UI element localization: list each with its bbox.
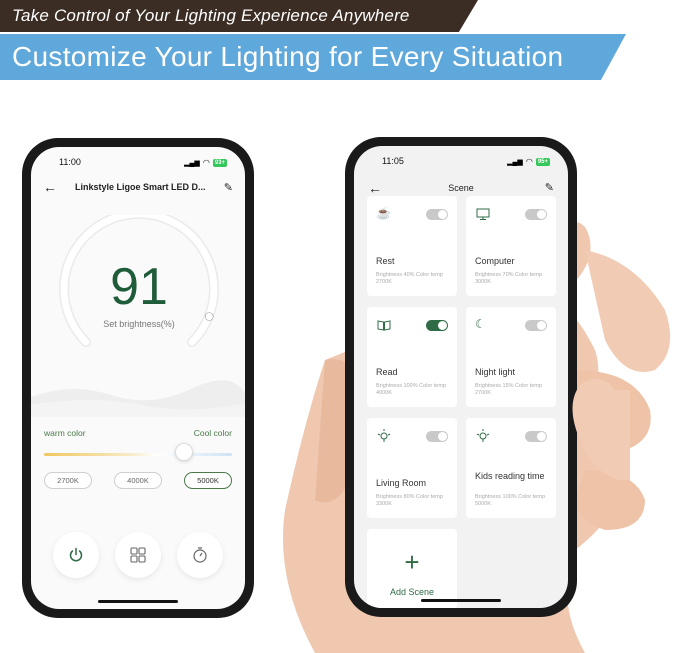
power-icon (69, 547, 83, 562)
scene-name: Kids reading time (475, 471, 545, 481)
home-indicator (421, 599, 501, 602)
top-banner: Take Control of Your Lighting Experience… (0, 0, 478, 32)
scene-meta: Brightness 80% Color temp 3300K (376, 494, 443, 507)
device-title: Linkstyle Ligoe Smart LED D... (75, 182, 206, 192)
wifi-icon: ◠ (202, 158, 210, 167)
scene-toggle-rest[interactable] (426, 209, 448, 220)
scene-card-living-room[interactable]: Living Room Brightness 80% Color temp 33… (367, 418, 457, 518)
cool-color-label: Cool color (193, 428, 232, 438)
scenes-button[interactable] (115, 532, 161, 578)
pencil-icon[interactable]: ✎ (545, 181, 554, 194)
scene-toggle-computer[interactable] (525, 209, 547, 220)
preset-5000k-button[interactable]: 5000K (184, 472, 232, 489)
main-banner: Customize Your Lighting for Every Situat… (0, 34, 626, 80)
device-nav-bar: ← Linkstyle Ligoe Smart LED D... ✎ (31, 177, 245, 197)
signal-icon: ▂▄▆ (507, 158, 523, 166)
scene-meta: Brightness 100% Color temp 4000K (376, 383, 447, 396)
scene-card-computer[interactable]: Computer Brightness 70% Color temp 3000K (466, 196, 556, 296)
scene-name: Night light (475, 367, 516, 377)
bulb-icon (476, 429, 490, 442)
scene-card-night-light[interactable]: ☾ Night light Brightness 15% Color temp … (466, 307, 556, 407)
color-temp-slider-knob[interactable] (175, 443, 193, 461)
grid-icon (130, 547, 146, 563)
scene-name: Computer (475, 256, 515, 266)
add-scene-button[interactable]: + Add Scene (367, 529, 457, 608)
signal-icon: ▂▄▆ (184, 159, 200, 167)
scene-meta: Brightness 40% Color temp 2700K (376, 272, 443, 285)
battery-icon: 95+ (535, 157, 550, 166)
scene-toggle-kids-reading[interactable] (525, 431, 547, 442)
phone-brightness: 11:00 ▂▄▆ ◠ 93+ ← Linkstyle Ligoe Smart … (22, 138, 254, 618)
brightness-label: Set brightness(%) (103, 319, 175, 329)
status-time: 11:05 (382, 156, 404, 166)
battery-icon: 93+ (212, 158, 227, 167)
warm-color-label: warm color (44, 428, 86, 438)
brightness-dial[interactable]: 91 Set brightness(%) (59, 209, 219, 355)
scene-name: Read (376, 367, 398, 377)
scene-screen: 11:05 ▂▄▆ ◠ 95+ ← Scene ✎ ☕ Rest Brightn… (354, 146, 568, 608)
status-time: 11:00 (59, 157, 81, 167)
scene-toggle-read[interactable] (426, 320, 448, 331)
plus-icon: + (404, 547, 420, 577)
wifi-icon: ◠ (525, 157, 533, 166)
preset-4000k-button[interactable]: 4000K (114, 472, 162, 489)
scene-card-kids-reading[interactable]: Kids reading time Brightness 100% Color … (466, 418, 556, 518)
scene-meta: Brightness 100% Color temp 5000K (475, 494, 546, 507)
bulb-icon (377, 429, 391, 442)
decorative-hills (31, 380, 245, 417)
pencil-icon[interactable]: ✎ (224, 181, 233, 194)
phone-scenes: 11:05 ▂▄▆ ◠ 95+ ← Scene ✎ ☕ Rest Brightn… (345, 137, 577, 617)
brightness-value: 91 (110, 258, 168, 316)
arrow-left-icon[interactable]: ← (43, 179, 57, 195)
scene-title: Scene (448, 183, 474, 193)
book-icon (377, 320, 391, 331)
home-indicator (98, 600, 178, 603)
scene-name: Living Room (376, 478, 427, 488)
scene-toggle-living-room[interactable] (426, 431, 448, 442)
power-button[interactable] (53, 532, 99, 578)
scene-meta: Brightness 70% Color temp 3000K (475, 272, 542, 285)
scene-toggle-night-light[interactable] (525, 320, 547, 331)
moon-icon: ☾ (475, 317, 486, 331)
monitor-icon (476, 208, 490, 220)
coffee-cup-icon: ☕ (376, 206, 391, 220)
timer-button[interactable] (177, 532, 223, 578)
status-icons: ▂▄▆ ◠ 95+ (507, 157, 550, 166)
add-scene-label: Add Scene (389, 587, 435, 597)
scene-meta: Brightness 15% Color temp 2700K (475, 383, 542, 396)
scene-name: Rest (376, 256, 395, 266)
color-temp-slider[interactable] (44, 453, 232, 456)
top-banner-text: Take Control of Your Lighting Experience… (12, 6, 410, 25)
scene-card-read[interactable]: Read Brightness 100% Color temp 4000K (367, 307, 457, 407)
scene-card-rest[interactable]: ☕ Rest Brightness 40% Color temp 2700K (367, 196, 457, 296)
timer-icon (193, 547, 207, 563)
status-icons: ▂▄▆ ◠ 93+ (184, 158, 227, 167)
brightness-screen: 11:00 ▂▄▆ ◠ 93+ ← Linkstyle Ligoe Smart … (31, 147, 245, 609)
preset-2700k-button[interactable]: 2700K (44, 472, 92, 489)
main-banner-text: Customize Your Lighting for Every Situat… (12, 41, 564, 72)
